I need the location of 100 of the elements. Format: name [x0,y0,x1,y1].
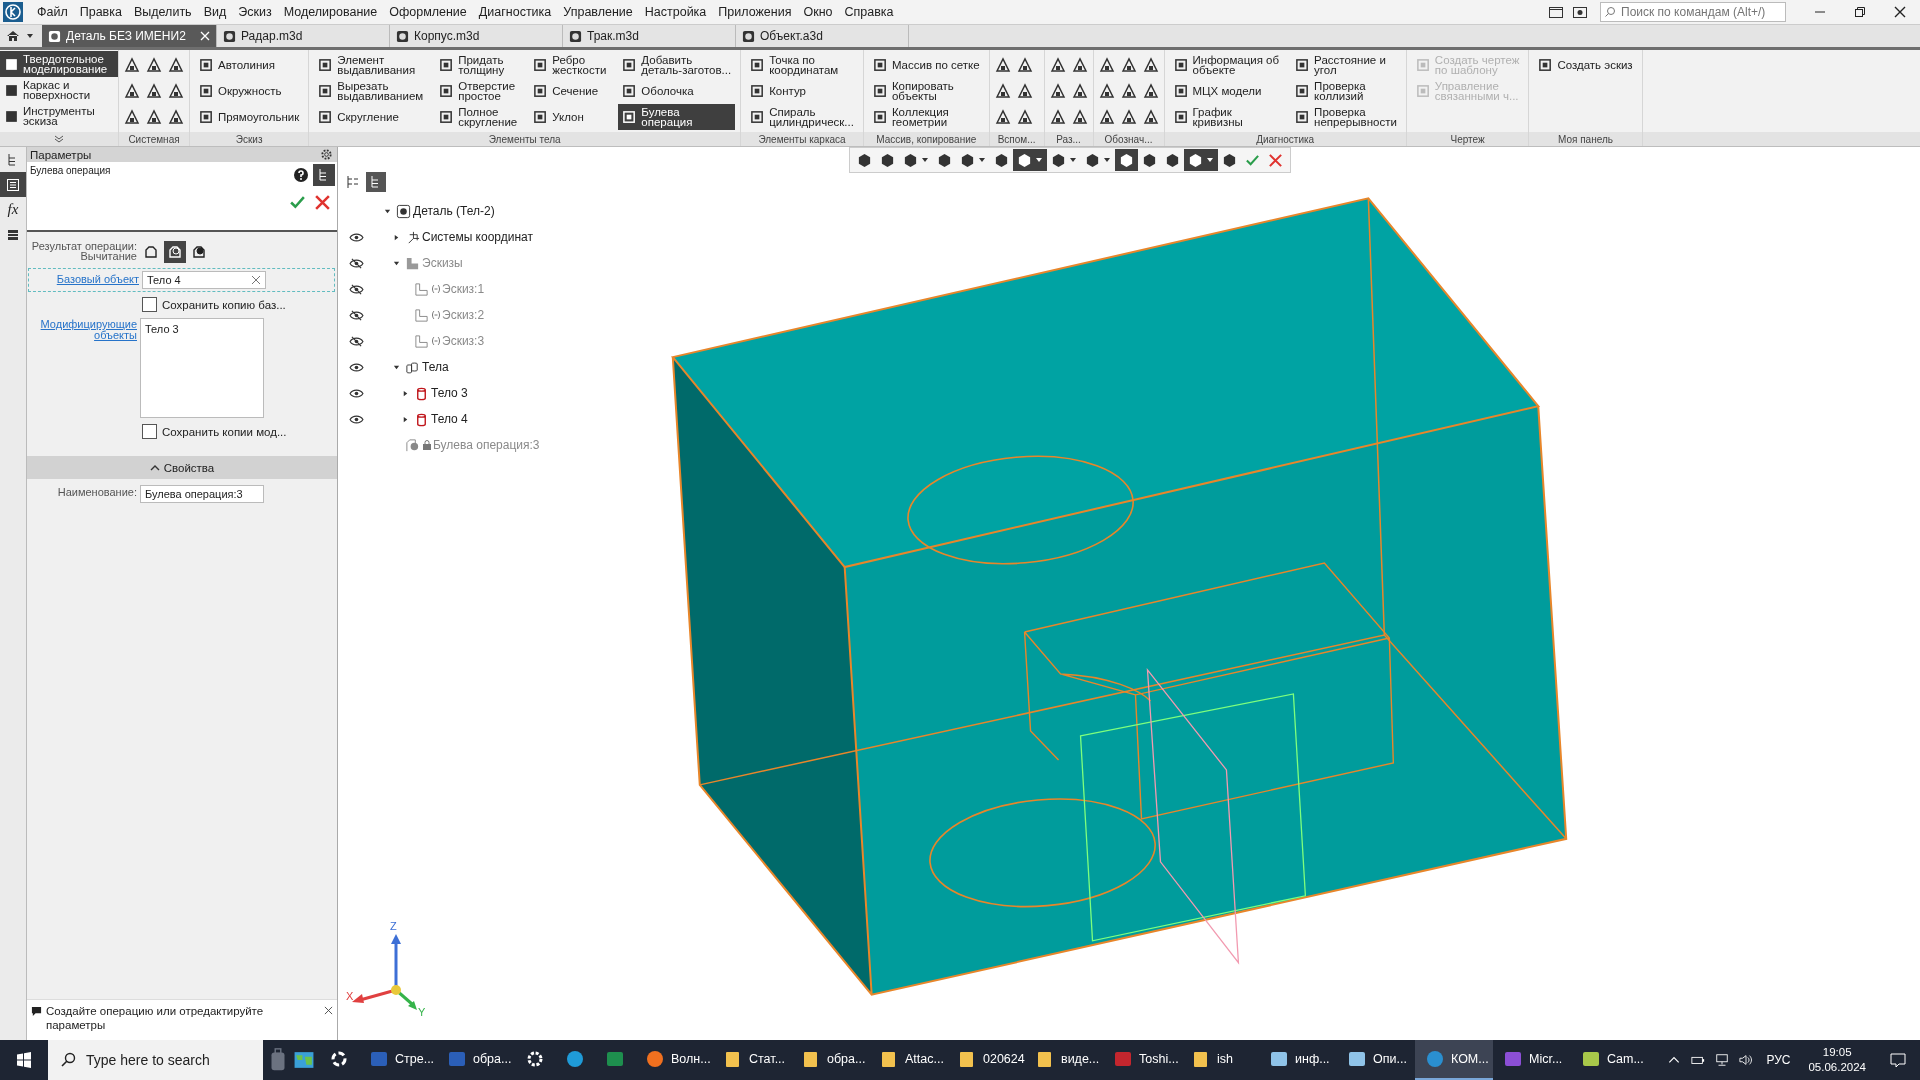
menu-item[interactable]: Эскиз [232,5,278,19]
tool-icon[interactable] [1016,83,1033,99]
eye-crossed-icon[interactable] [348,335,364,347]
taskbar-search-field[interactable]: Type here to search [48,1040,263,1080]
mode-button[interactable]: Каркас и поверхности [0,77,118,103]
menu-item[interactable]: Вид [197,5,233,19]
tree-item[interactable]: Тело 4 [431,412,468,426]
command-button[interactable]: Прямоугольник [195,104,304,130]
menu-item[interactable]: Управление [557,5,639,19]
mode-button[interactable]: Твердотельное моделирование [0,51,118,77]
command-button[interactable]: Элемент выдавливания [314,52,428,78]
tool-icon[interactable] [1098,83,1115,99]
taskbar-button[interactable]: Attac... [869,1040,947,1080]
taskbar-button[interactable]: ish [1181,1040,1259,1080]
command-button[interactable]: Вырезать выдавливанием [314,78,428,104]
command-button[interactable]: Сечение [529,78,611,104]
taskbar-button[interactable]: Toshi... [1103,1040,1181,1080]
tool-icon[interactable] [1142,57,1159,73]
command-button[interactable]: МЦХ модели [1169,78,1284,104]
eye-icon[interactable] [348,231,364,243]
start-icon[interactable] [16,1052,32,1068]
tool-icon[interactable] [168,109,184,125]
command-button[interactable]: Булева операция [618,104,736,130]
taskbar-button[interactable]: КОМ... [1415,1040,1493,1080]
command-button[interactable]: Скругление [314,104,428,130]
tool-icon[interactable] [124,57,140,73]
caret-icon[interactable] [26,32,34,40]
tool-icon[interactable] [1098,109,1115,125]
tool-icon[interactable] [1049,83,1066,99]
taskbar-button[interactable]: Cam... [1571,1040,1649,1080]
base-object-link[interactable]: Базовый объект [29,271,139,284]
tree-item[interactable]: Деталь (Тел-2) [413,204,495,218]
checkbox[interactable] [142,297,157,312]
command-search-field[interactable]: Поиск по командам (Alt+/) [1600,2,1786,22]
confirm-icon[interactable] [289,194,306,211]
eye-icon[interactable] [348,387,364,399]
eye-icon[interactable] [348,413,364,425]
tool-icon[interactable] [994,109,1011,125]
menu-item[interactable]: Диагностика [472,5,558,19]
command-button[interactable]: Отверстие простое [435,78,522,104]
operation-type-button[interactable] [164,241,186,263]
tool-icon[interactable] [1142,109,1159,125]
close-icon[interactable] [324,1006,333,1015]
clear-icon[interactable] [251,275,261,285]
taskbar-button[interactable]: Опи... [1337,1040,1415,1080]
structure-view-button[interactable] [366,172,386,192]
taskbar-button[interactable]: обра... [437,1040,515,1080]
panel-button[interactable] [0,172,26,197]
taskbar-button[interactable]: Волн... [635,1040,713,1080]
command-button[interactable]: Уклон [529,104,611,130]
tree-item[interactable]: Системы координат [422,230,533,244]
tool-icon[interactable] [124,83,140,99]
tool-icon[interactable] [1142,83,1159,99]
network-icon[interactable] [1715,1053,1730,1067]
view-tool-button[interactable] [1184,149,1218,171]
tool-icon[interactable] [146,57,162,73]
command-button[interactable]: Копировать объекты [868,78,984,104]
menu-item[interactable]: Правка [73,5,128,19]
numbered-list-icon[interactable] [346,175,360,189]
taskbar-button[interactable]: Стре... [359,1040,437,1080]
command-button[interactable]: Оболочка [618,78,736,104]
menu-item[interactable]: Выделить [127,5,198,19]
command-button[interactable]: Массив по сетке [868,52,984,78]
taskbar-button[interactable]: 020624 [947,1040,1025,1080]
tree-item[interactable]: Булева операция:3 [433,438,540,452]
view-tool-button[interactable] [1013,149,1047,171]
command-button[interactable]: Информация об объекте [1169,52,1284,78]
tool-icon[interactable] [1071,57,1088,73]
help-icon[interactable] [293,167,309,183]
command-button[interactable]: Проверка коллизий [1291,78,1401,104]
list-item[interactable]: Тело 3 [145,323,179,335]
command-button[interactable]: Расстояние и угол [1291,52,1401,78]
tool-icon[interactable] [1016,57,1033,73]
tool-icon[interactable] [168,83,184,99]
tree-item[interactable]: Эскизы [422,256,463,270]
command-button[interactable]: Ребро жесткости [529,52,611,78]
command-button[interactable]: Создать эскиз [1534,52,1637,78]
command-button[interactable]: График кривизны [1169,104,1284,130]
language-indicator[interactable]: РУС [1766,1053,1791,1067]
cancel-icon[interactable] [314,194,331,211]
command-button[interactable]: Коллекция геометрии [868,104,984,130]
menu-item[interactable]: Оформление [383,5,473,19]
expanded-icon[interactable] [393,259,400,267]
tree-item[interactable]: Эскиз:3 [442,334,485,348]
collapsed-icon[interactable] [402,415,409,423]
app-logo-icon[interactable] [3,2,23,22]
collapsed-icon[interactable] [393,233,400,241]
name-field[interactable]: Булева операция:3 [140,485,264,503]
tree-item[interactable]: Эскиз:1 [442,282,485,296]
menu-item[interactable]: Моделирование [277,5,384,19]
taskbar-button[interactable]: Стат... [713,1040,791,1080]
command-button[interactable]: Окружность [195,78,304,104]
base-object-field[interactable]: Тело 4 [142,271,266,289]
properties-section-header[interactable]: Свойства [27,456,337,479]
tree-button[interactable] [313,164,335,186]
tool-icon[interactable] [146,83,162,99]
tool-icon[interactable] [1120,109,1137,125]
notification-icon[interactable] [1890,1052,1906,1068]
document-tab[interactable]: Деталь БЕЗ ИМЕНИ2 [42,25,217,47]
home-icon[interactable] [6,29,20,43]
